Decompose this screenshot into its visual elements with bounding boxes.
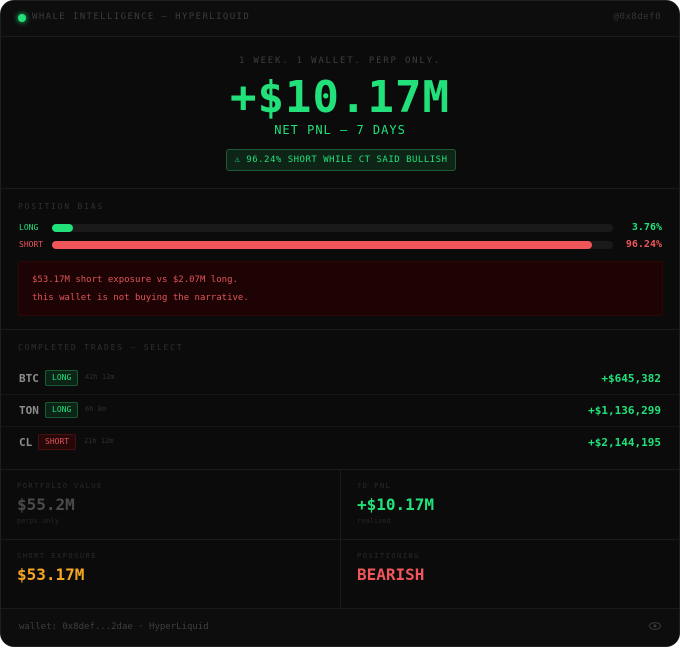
trade-row[interactable]: BTC LONG 42h 12m +$645,382 [1,362,679,395]
net-pnl-value: +$10.17M [230,72,450,123]
stat-label: 7D PNL [357,482,392,490]
stat-value: +$10.17M [357,495,435,514]
trade-side-badge: SHORT [38,434,77,450]
exposure-note-line-1: $53.17M short exposure vs $2.07M long. [32,275,238,285]
trade-asset: CL [19,436,33,449]
stat-label: PORTFOLIO VALUE [17,482,103,490]
stat-label: POSITIONING [357,552,420,560]
trade-side-badge: LONG [45,402,79,418]
position-bias-section: POSITION BIAS LONG 3.76% SHORT 96.24% $5… [1,189,679,330]
trade-duration: 21h 12m [84,437,114,445]
stat-sub: realized [357,517,391,525]
trade-side-badge: LONG [45,370,79,386]
stat-sub: perps only [17,517,60,525]
hero-section: 1 WEEK. 1 WALLET. PERP ONLY. +$10.17M NE… [1,36,679,189]
brand-title: WHALE INTELLIGENCE — HYPERLIQUID [32,12,251,22]
whale-card: WHALE INTELLIGENCE — HYPERLIQUID @0x8def… [0,0,680,647]
net-pnl-label: NET PNL — 7 DAYS [274,123,406,137]
trade-pnl: +$1,136,299 [588,404,661,417]
exposure-note-line-2: this wallet is not buying the narrative. [32,293,249,303]
stats-grid: PORTFOLIO VALUE $55.2M perps only 7D PNL… [1,470,679,608]
long-bar-label: LONG [19,223,39,232]
completed-trades-section: COMPLETED TRADES — SELECT BTC LONG 42h 1… [1,330,679,470]
stat-label: SHORT EXPOSURE [17,552,98,560]
live-status-dot [18,14,26,22]
trade-pnl: +$2,144,195 [588,436,661,449]
trade-duration: 42h 12m [85,373,115,381]
short-bar-fill [52,241,592,249]
trade-duration: 6h 8m [85,405,107,413]
short-bar-label: SHORT [19,240,44,249]
trade-row[interactable]: CL SHORT 21h 12m +$2,144,195 [1,426,679,458]
stat-value: $53.17M [17,565,85,584]
exposure-note-box: $53.17M short exposure vs $2.07M long. t… [18,261,663,316]
stat-portfolio-value: PORTFOLIO VALUE $55.2M perps only [1,470,339,538]
long-percent: 3.76% [631,222,662,233]
position-bias-title: POSITION BIAS [18,202,105,211]
short-percent: 96.24% [625,239,662,250]
sentiment-alert-badge: ⚠ 96.24% SHORT WHILE CT SAID BULLISH [226,149,456,171]
trade-row[interactable]: TON LONG 6h 8m +$1,136,299 [1,394,679,427]
author-handle[interactable]: @0x8def0 [614,12,661,22]
footer-bar: wallet: 0x8def...2dae · HyperLiquid [1,608,679,646]
trade-pnl: +$645,382 [601,372,661,385]
trade-asset: TON [19,404,39,417]
short-bar-track [52,241,613,249]
eye-icon[interactable] [649,622,661,633]
trade-asset: BTC [19,372,39,385]
long-bar-track [52,224,613,232]
wallet-address[interactable]: wallet: 0x8def...2dae · HyperLiquid [19,622,209,632]
stat-positioning: POSITIONING BEARISH [341,540,679,608]
stat-7d-pnl: 7D PNL +$10.17M realized [341,470,679,538]
stat-value: BEARISH [357,565,425,584]
long-bar-fill [52,224,74,232]
tagline: 1 WEEK. 1 WALLET. PERP ONLY. [238,56,442,66]
top-bar: WHALE INTELLIGENCE — HYPERLIQUID @0x8def… [1,1,679,37]
stat-short-exposure: SHORT EXPOSURE $53.17M [1,540,339,608]
completed-trades-title: COMPLETED TRADES — SELECT [18,343,184,352]
stat-value: $55.2M [17,495,75,514]
